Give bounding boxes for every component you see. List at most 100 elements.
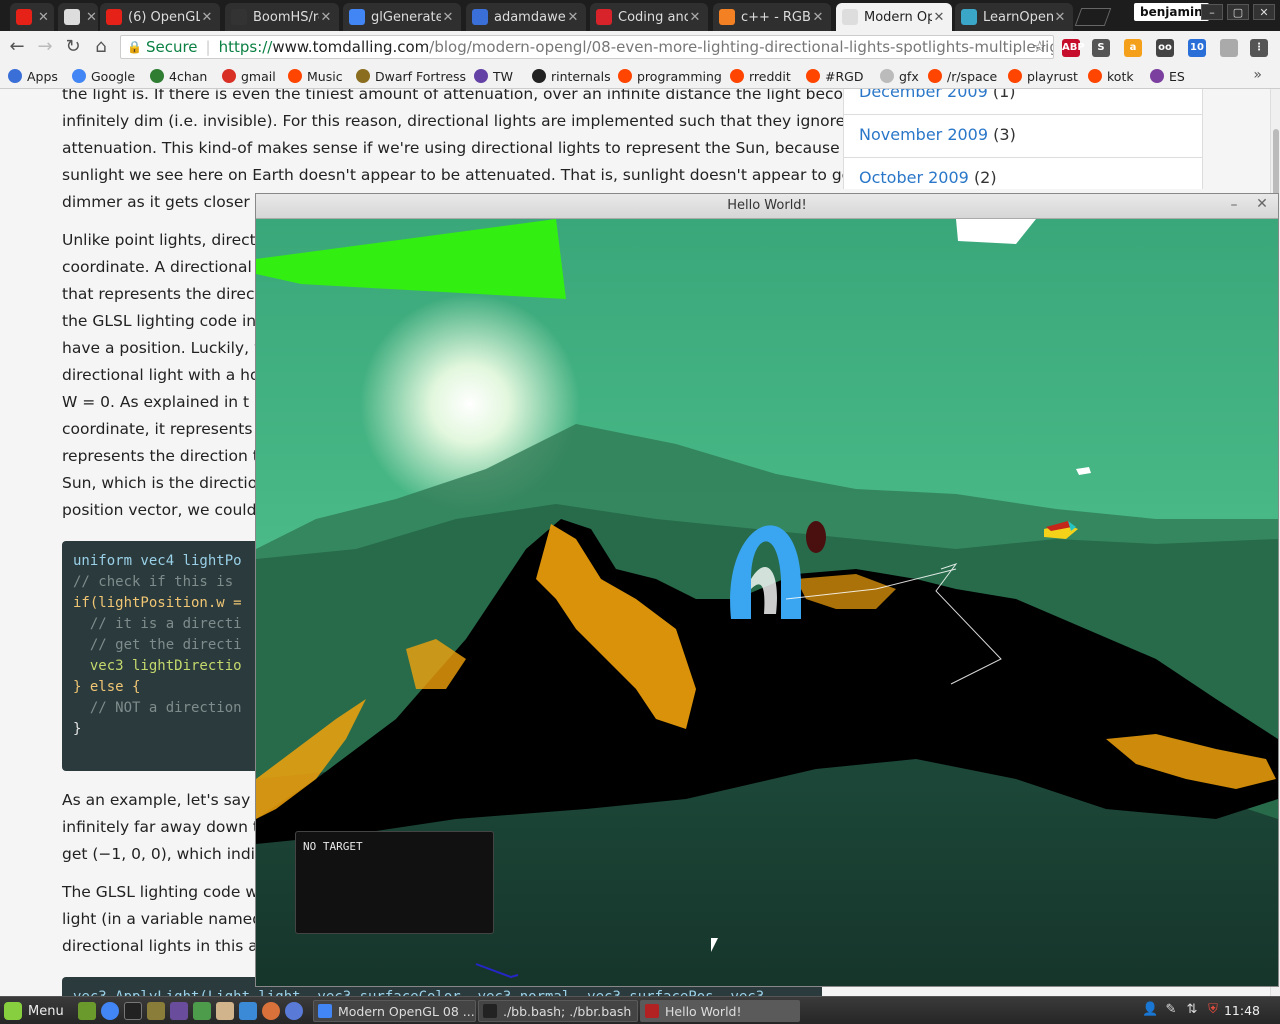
back-arrow-icon[interactable]: ← [6,36,28,58]
minimize-window-button[interactable]: – [1201,4,1223,20]
firefox-launcher-icon[interactable] [262,1002,280,1020]
shield-icon[interactable]: ⛨ [1205,1002,1221,1018]
google-icon [349,9,365,25]
target-hud-panel: NO TARGET [295,831,494,934]
files-launcher-icon[interactable] [147,1002,165,1020]
terminal-launcher-icon[interactable] [124,1002,142,1020]
text-line: As an example, let's say th [62,791,272,809]
address-separator: | [205,38,211,56]
taskbar: Menu Modern OpenGL 08 ... ./bb.bash; ./b… [0,996,1280,1024]
blank-extension-icon[interactable] [1220,39,1238,57]
bookmark-item[interactable]: TW [474,67,513,85]
bookmark-item[interactable]: Google [72,67,135,85]
tab-close-icon[interactable]: ✕ [200,10,214,25]
reload-icon[interactable]: ↻ [62,36,84,58]
bookmarks-overflow-button[interactable]: » [1253,67,1262,83]
browser-tab[interactable]: (6) OpenGL ✕ [100,3,220,31]
start-menu-label: Menu [28,1003,64,1019]
archive-link-october-2009[interactable]: October 2009 (2) [859,168,997,187]
browser-tab[interactable]: c++ - RGB ✕ [713,3,831,31]
browser-tab[interactable]: LearnOpen ✕ [955,3,1073,31]
bookmark-item[interactable]: kotk [1088,67,1134,85]
tab-close-icon[interactable]: ✕ [566,10,580,25]
bookmark-star-icon[interactable]: ☆ [1033,36,1047,58]
browser-tab[interactable]: Modern Op ✕ [836,3,952,31]
game-window[interactable]: Hello World! – ✕ NO TARGET [255,193,1279,987]
bookmark-item[interactable]: gmail [222,67,276,85]
twitch-icon [474,69,488,83]
notes-launcher-icon[interactable] [216,1002,234,1020]
tab-close-icon[interactable]: ✕ [688,10,702,25]
home-icon[interactable]: ⌂ [90,36,112,58]
settings-launcher-icon[interactable] [239,1002,257,1020]
browser-tab[interactable]: ✕ [10,3,54,31]
pen-icon[interactable]: ✎ [1163,1002,1179,1018]
bookmark-item[interactable]: Music [288,67,343,85]
tab-close-icon[interactable]: ✕ [1053,10,1067,25]
tab-close-icon[interactable]: ✕ [811,10,825,25]
bookmark-item[interactable]: Dwarf Fortress [356,67,466,85]
game-window-titlebar[interactable]: Hello World! – ✕ [256,194,1278,219]
google-icon [72,69,86,83]
tab-close-icon[interactable]: ✕ [441,10,455,25]
text-line: coordinate, it represents the [62,420,283,438]
network-extension-icon[interactable]: 10 [1188,39,1206,57]
bookmark-item[interactable]: rreddit [730,67,791,85]
bookmark-item[interactable]: #RGD [806,67,863,85]
paragraph-point-lights: Unlike point lights, direction coordinat… [62,227,283,524]
profile-button[interactable]: benjamin [1134,3,1209,21]
network-icon[interactable]: ⇅ [1184,1002,1200,1018]
browser-tab[interactable]: Coding and ✕ [590,3,708,31]
bookmark-item[interactable]: programming [618,67,722,85]
browser-tab[interactable]: ✕ [58,3,98,31]
close-window-button[interactable]: ✕ [1253,4,1275,20]
taskbar-item-terminal[interactable]: ./bb.bash; ./bbr.bash [478,1000,638,1022]
taskbar-item-hello-world[interactable]: Hello World! [640,1000,800,1022]
bookmark-label: gfx [899,68,919,84]
eyes-extension-icon[interactable]: oo [1156,39,1174,57]
game-close-button[interactable]: ✕ [1254,196,1270,212]
forward-arrow-icon[interactable]: → [34,36,56,58]
page-icon [64,9,80,25]
taskbar-item-label: Modern OpenGL 08 ... [338,1003,475,1019]
archive-link-december-2009[interactable]: December 2009 (1) [859,89,1016,101]
bookmark-item[interactable]: /r/space [928,67,997,85]
s-extension-icon[interactable]: S [1092,39,1110,57]
archive-link-november-2009[interactable]: November 2009 (3) [859,125,1016,144]
media-launcher-icon[interactable] [170,1002,188,1020]
paragraph-example: As an example, let's say th infinitely f… [62,787,278,868]
address-bar[interactable]: 🔒 Secure | https://www.tomdalling.com/bl… [120,35,1054,59]
bookmark-item[interactable]: ES [1150,67,1185,85]
text-line: Unlike point lights, direction [62,231,280,249]
browser-tab[interactable]: BoomHS/re ✕ [225,3,339,31]
docs-icon [472,9,488,25]
bookmark-item[interactable]: Apps [8,67,58,85]
amazon-icon[interactable]: a [1124,39,1142,57]
tab-close-icon[interactable]: ✕ [86,10,97,25]
text-line: position vector, we could ha [62,501,281,519]
start-menu-button[interactable]: Menu [4,1001,64,1021]
user-icon[interactable]: 👤 [1142,1002,1158,1018]
browser-tab[interactable]: glGenerate ✕ [343,3,461,31]
bookmark-item[interactable]: rinternals [532,67,611,85]
bookmark-label: Google [91,68,136,84]
pen-icon [596,9,612,25]
game-minimize-button[interactable]: – [1226,197,1242,213]
maximize-window-button[interactable]: ▢ [1227,4,1249,20]
menu-icon[interactable]: ⋮ [1250,39,1268,57]
text-line: the light is. If there is even the tinie… [62,89,876,103]
browser-tab[interactable]: adamdawe ✕ [466,3,586,31]
battery-launcher-icon[interactable] [193,1002,211,1020]
text-line: get (−1, 0, 0), which indi [62,845,255,863]
show-desktop-icon[interactable] [78,1002,96,1020]
bookmark-item[interactable]: 4chan [150,67,207,85]
help-launcher-icon[interactable] [285,1002,303,1020]
tab-close-icon[interactable]: ✕ [319,10,333,25]
chrome-launcher-icon[interactable] [101,1002,119,1020]
adblock-icon[interactable]: ABP [1062,39,1085,57]
bookmark-item[interactable]: playrust [1008,67,1078,85]
bookmark-item[interactable]: gfx [880,67,919,85]
tab-close-icon[interactable]: ✕ [38,10,49,25]
taskbar-item-browser[interactable]: Modern OpenGL 08 ... [313,1000,476,1022]
tab-close-icon[interactable]: ✕ [932,10,946,25]
